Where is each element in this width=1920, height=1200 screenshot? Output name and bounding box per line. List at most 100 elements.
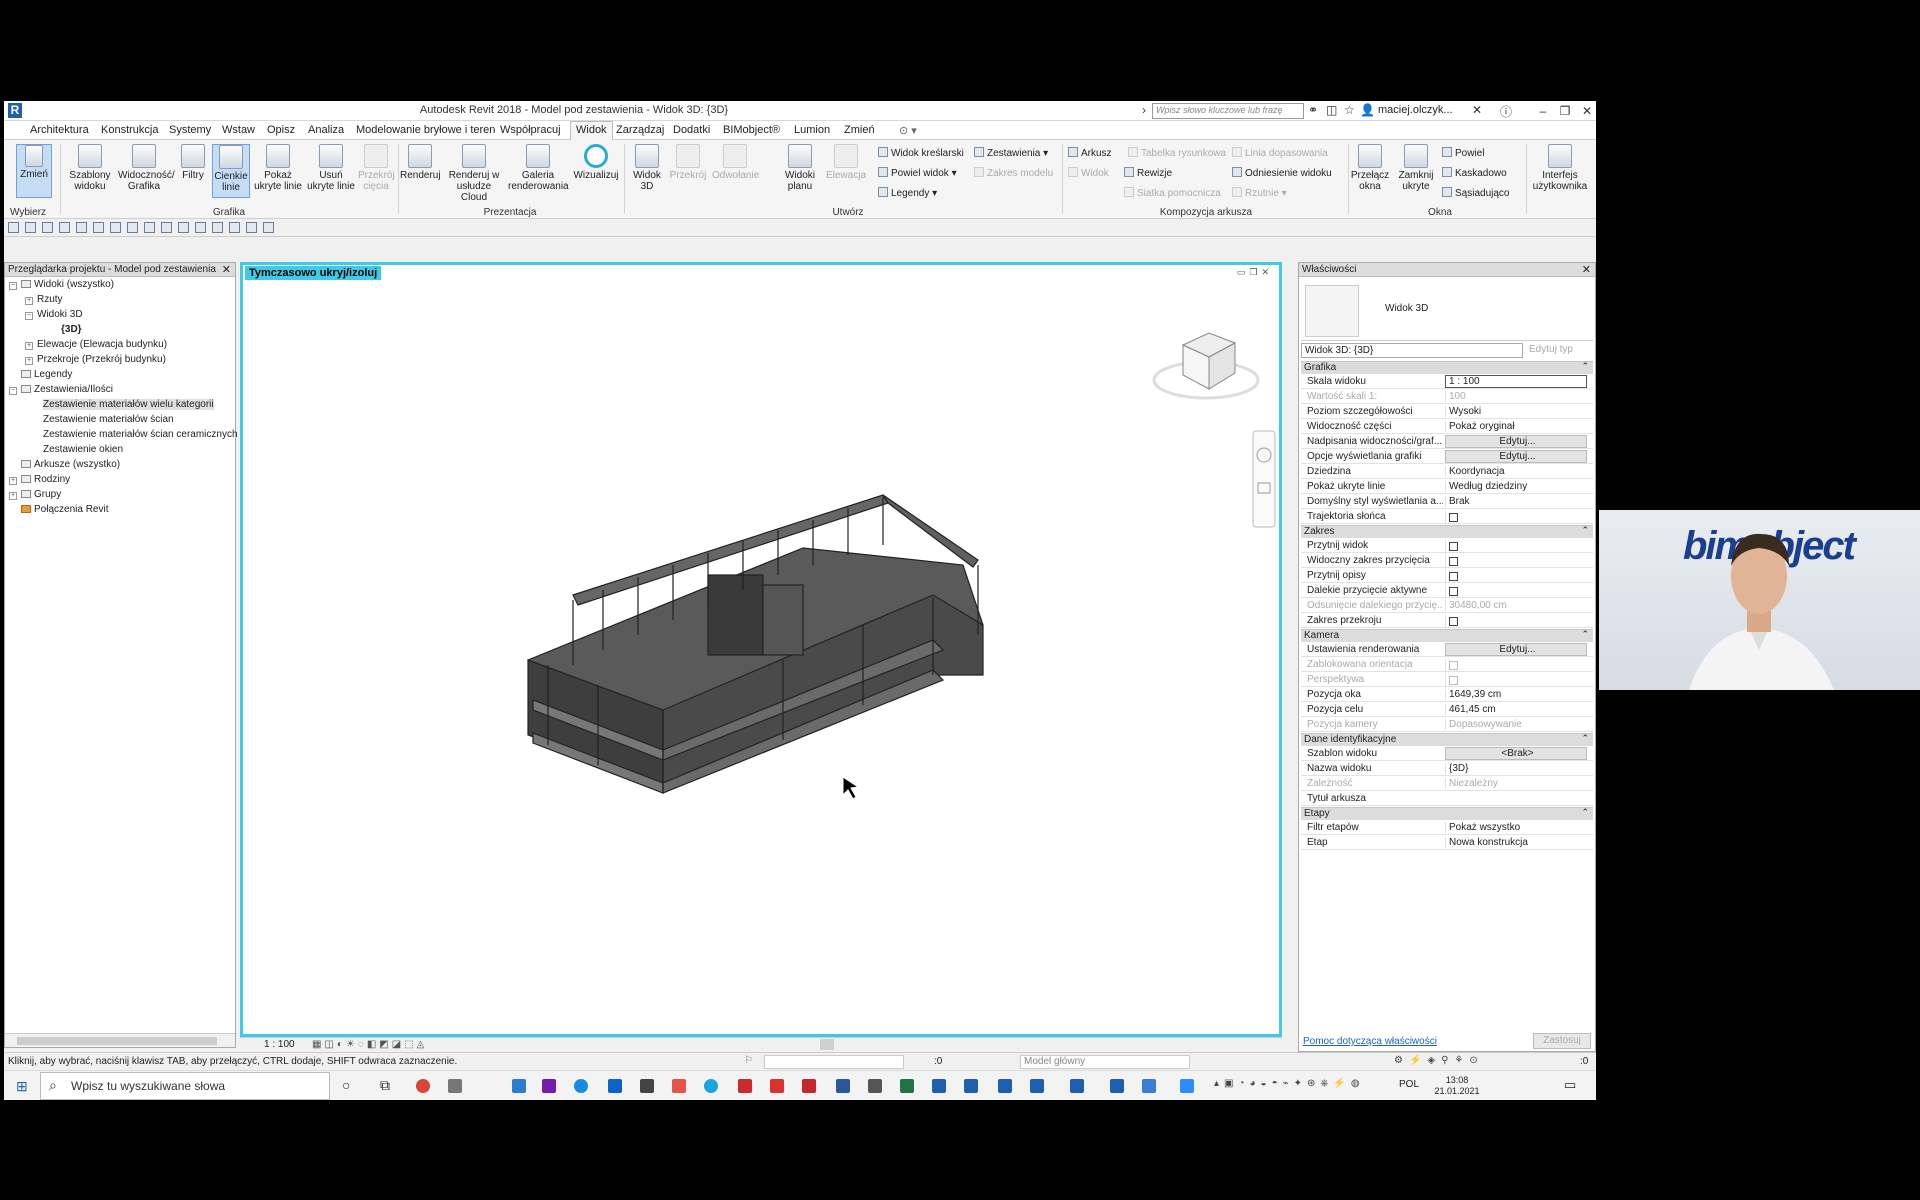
property-value[interactable]: Pokaż oryginał (1445, 421, 1587, 432)
apply-button[interactable]: Zastosuj (1533, 1033, 1591, 1049)
view-templates-button[interactable]: Szablony widoku (66, 144, 114, 198)
tile-button[interactable]: Sąsiadująco (1442, 187, 1509, 199)
tree-item-schedule-multicat[interactable]: Zestawienie materiałów wielu kategorii (43, 399, 214, 410)
measure-icon[interactable] (110, 222, 121, 233)
sheet-button[interactable]: Arkusz (1068, 147, 1112, 159)
app-icon[interactable] (640, 1079, 654, 1093)
render-button[interactable]: Renderuj (400, 144, 441, 198)
clock[interactable]: 13:08 21.01.2021 (1429, 1075, 1485, 1097)
sync-icon[interactable] (42, 222, 53, 233)
cascade-button[interactable]: Kaskadowo (1442, 167, 1507, 179)
checkbox[interactable] (1449, 676, 1458, 685)
app-icon[interactable] (738, 1079, 752, 1093)
property-value[interactable]: {3D} (1445, 763, 1587, 774)
tree-item-legendy[interactable]: Legendy (9, 369, 72, 380)
text-icon[interactable] (161, 222, 172, 233)
property-value[interactable]: Dopasowywanie (1445, 719, 1587, 730)
tree-item-arkusze[interactable]: Arkusze (wszystko) (9, 459, 120, 470)
title-block-button[interactable]: Tabelka rysunkowa (1128, 147, 1226, 159)
onenote-icon[interactable] (542, 1079, 556, 1093)
open-icon[interactable] (8, 222, 19, 233)
tree-item-przekroje[interactable]: + Przekroje (Przekrój budynku) (25, 354, 166, 365)
revit-icon[interactable] (1030, 1079, 1044, 1093)
worksharing-icon[interactable]: ⚐ (744, 1055, 753, 1066)
property-value[interactable] (1445, 615, 1587, 629)
taskbar-search[interactable]: ⌕ Wpisz tu wyszukiwane słowa (40, 1072, 330, 1100)
tree-item-schedule-walls[interactable]: Zestawienie materiałów ścian (43, 414, 174, 425)
property-value[interactable]: 1649,39 cm (1445, 689, 1587, 700)
tab-modelowanie[interactable]: Modelowanie bryłowe i teren (356, 124, 495, 136)
view-control-icons[interactable]: ▦◫◐☀◌◧◩◪⬚◬ (312, 1039, 427, 1050)
checkbox[interactable] (1449, 587, 1458, 596)
property-value[interactable]: Edytuj... (1445, 450, 1587, 463)
properties-category[interactable]: Zakres ⌃ (1301, 525, 1593, 538)
expand-icon[interactable]: + (25, 297, 33, 305)
collapse-icon[interactable]: − (9, 387, 17, 395)
property-value[interactable]: <Brak> (1445, 747, 1587, 760)
view-3d-canvas[interactable]: Tymczasowo ukryj/izoluj ▭❐✕ (240, 262, 1282, 1037)
revit-icon[interactable] (964, 1079, 978, 1093)
property-value[interactable] (1445, 511, 1587, 525)
excel-icon[interactable] (900, 1079, 914, 1093)
revit-icon[interactable] (1070, 1079, 1084, 1093)
plan-views-button[interactable]: Widoki planu (780, 144, 820, 198)
property-value[interactable]: 1 : 100 (1445, 375, 1587, 388)
minimize-button[interactable]: – (1532, 102, 1554, 120)
property-value[interactable]: 461,45 cm (1445, 704, 1587, 715)
expand-icon[interactable]: + (9, 477, 17, 485)
app-icon[interactable] (672, 1079, 686, 1093)
tab-bimobject[interactable]: BIMobject® (723, 124, 780, 136)
restore-button[interactable]: ❐ (1554, 102, 1576, 120)
collapse-icon[interactable]: ⌃ (1581, 361, 1589, 372)
tree-item-rzuty[interactable]: + Rzuty (25, 294, 63, 305)
chrome-icon[interactable] (416, 1079, 430, 1093)
property-value[interactable]: Koordynacja (1445, 466, 1587, 477)
pdf-icon[interactable] (802, 1079, 816, 1093)
render-cloud-button[interactable]: Renderuj w usłudze Cloud (444, 144, 504, 203)
view-scale[interactable]: 1 : 100 (264, 1039, 295, 1050)
user-interface-button[interactable]: Interfejs użytkownika (1528, 144, 1592, 198)
undo-icon[interactable] (59, 222, 70, 233)
filters-button[interactable]: Filtry (176, 144, 210, 198)
property-value[interactable] (1445, 540, 1587, 554)
tab-zmien[interactable]: Zmień (844, 124, 875, 136)
checkbox[interactable] (1449, 557, 1458, 566)
scope-box-button[interactable]: Zakres modelu (974, 167, 1053, 179)
property-value[interactable]: Nowa konstrukcja (1445, 837, 1587, 848)
place-view-button[interactable]: Widok (1068, 167, 1109, 179)
edge-icon[interactable] (574, 1079, 588, 1093)
word-icon[interactable] (836, 1079, 850, 1093)
tab-lumion[interactable]: Lumion (794, 124, 830, 136)
property-value[interactable]: 30480,00 cm (1445, 600, 1587, 611)
collapse-icon[interactable]: ⌃ (1581, 807, 1589, 818)
tree-item-polaczenia[interactable]: Połączenia Revit (9, 504, 108, 515)
app-icon[interactable] (448, 1079, 462, 1093)
tree-item-3d[interactable]: {3D} (61, 324, 82, 335)
expand-icon[interactable]: + (9, 492, 17, 500)
property-value[interactable] (1445, 555, 1587, 569)
browser-scrollbar[interactable] (5, 1033, 235, 1047)
expand-icon[interactable]: + (25, 342, 33, 350)
revisions-button[interactable]: Rewizje (1124, 167, 1172, 179)
tree-item-schedule-windows[interactable]: Zestawienie okien (43, 444, 123, 455)
property-value[interactable] (1445, 674, 1587, 688)
notification-icon[interactable]: ▭ (1564, 1077, 1576, 1093)
select-group-label[interactable]: Wybierz (10, 207, 46, 218)
app-icon[interactable] (1142, 1079, 1156, 1093)
properties-category[interactable]: Kamera ⌃ (1301, 629, 1593, 642)
properties-category[interactable]: Dane identyfikacyjne ⌃ (1301, 733, 1593, 746)
replicate-button[interactable]: Powiel (1442, 147, 1484, 159)
thin-lines-button[interactable]: Cienkie linie (212, 144, 250, 198)
property-value[interactable]: Niezależny (1445, 778, 1587, 789)
property-value[interactable]: Edytuj... (1445, 643, 1587, 656)
chevron-right-icon[interactable]: › (1142, 103, 1146, 117)
subscription-icon[interactable]: ◫ (1326, 103, 1337, 117)
expand-icon[interactable]: + (25, 357, 33, 365)
binoculars-icon[interactable]: ⚭ (1308, 103, 1318, 117)
collapse-icon[interactable]: ⌃ (1581, 733, 1589, 744)
close-button[interactable]: ✕ (1576, 102, 1596, 120)
windows-start-icon[interactable]: ⊞ (16, 1078, 28, 1095)
thin-lines-icon[interactable] (212, 222, 223, 233)
visualize-button[interactable]: Wizualizuj (572, 144, 620, 198)
checkbox[interactable] (1449, 661, 1458, 670)
